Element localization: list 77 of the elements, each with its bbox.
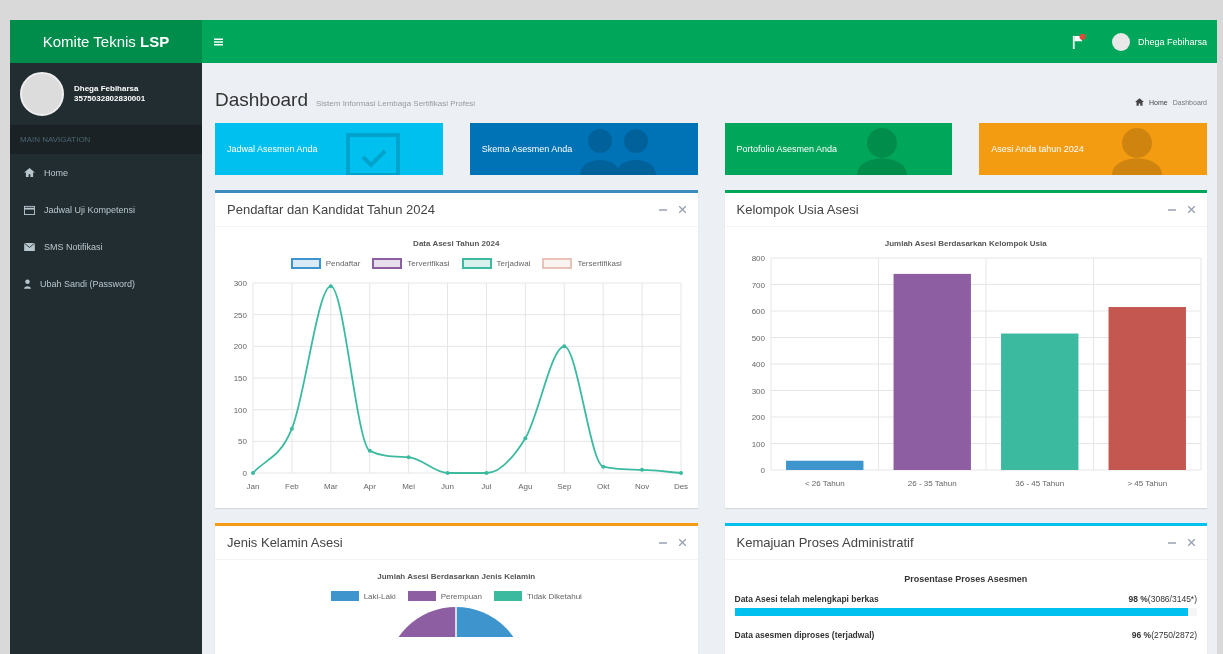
close-icon[interactable]	[1188, 539, 1195, 546]
flag-icon[interactable]	[1071, 33, 1086, 50]
axis-tick-label: 100	[233, 405, 247, 415]
axis-tick-label: Des	[673, 482, 689, 491]
home-icon	[1135, 98, 1145, 106]
chart-title: Jumlah Asesi Berdasarkan Kelompok Usia	[883, 239, 1048, 248]
user-avatar	[20, 72, 64, 116]
legend-label[interactable]: Pendaftar	[325, 259, 361, 268]
axis-tick-label: 400	[751, 360, 765, 369]
axis-tick-label: Apr	[363, 482, 376, 491]
axis-tick-label: Jun	[441, 482, 454, 491]
envelope-icon	[24, 242, 35, 251]
axis-tick-label: < 26 Tahun	[804, 479, 845, 488]
menu-item[interactable]: Ubah Sandi (Password)	[10, 265, 202, 302]
axis-tick-label: 200	[233, 342, 247, 352]
progress-count: (3086/3145*)	[1147, 594, 1197, 604]
axis-tick-label: Agu	[518, 482, 533, 491]
close-icon[interactable]	[678, 539, 686, 546]
legend-label[interactable]: Terjadwal	[496, 259, 531, 268]
progress-count: (2750/2872)	[1151, 630, 1197, 640]
legend-label[interactable]: Tersertifikasi	[577, 259, 622, 268]
panel-title: Kemajuan Proses Administratif	[736, 535, 915, 550]
axis-tick-label: 500	[751, 333, 765, 343]
axis-tick-label: 0	[242, 469, 247, 478]
user-avatar[interactable]	[1111, 32, 1130, 51]
progress-label: Data asesmen diproses (terjadwal)	[734, 630, 875, 640]
progress-percent: 96 %	[1131, 630, 1152, 640]
axis-tick-label: 800	[751, 254, 765, 263]
panel-title: Kelompok Usia Asesi	[736, 202, 860, 217]
axis-tick-label: Jul	[481, 482, 492, 491]
legend-label[interactable]: Tidak Diketahui	[527, 591, 582, 601]
axis-tick-label: 50	[238, 437, 247, 447]
axis-tick-label: > 45 Tahun	[1126, 479, 1167, 488]
user-id: 3575032802830001	[74, 94, 146, 104]
info-box[interactable]: Skema Asesmen Anda	[469, 123, 698, 175]
progress-heading: Prosentase Proses Asesmen	[903, 574, 1029, 584]
axis-tick-label: 150	[233, 374, 247, 383]
close-icon[interactable]	[1188, 206, 1195, 213]
axis-tick-label: Mei	[402, 482, 416, 491]
axis-tick-label: 200	[751, 413, 765, 422]
axis-tick-label: 250	[233, 310, 247, 320]
progress-percent: 98 %	[1128, 594, 1148, 604]
axis-tick-label: 0	[760, 466, 765, 475]
axis-tick-label: Mar	[323, 482, 338, 491]
axis-tick-label: Feb	[285, 482, 299, 491]
axis-tick-label: Jan	[246, 482, 260, 491]
legend-label[interactable]: Perempuan	[440, 591, 482, 601]
calendar-icon	[24, 204, 35, 215]
axis-tick-label: 100	[751, 439, 765, 449]
axis-tick-label: Nov	[634, 482, 650, 491]
menu-item[interactable]: Home	[10, 154, 202, 191]
axis-tick-label: Okt	[596, 482, 610, 491]
page-title: Dashboard	[215, 89, 308, 111]
chart-title: Data Asesi Tahun 2024	[412, 239, 501, 248]
panel-title: Jenis Kelamin Asesi	[227, 535, 344, 550]
page-subtitle: Sistem Informasi Lembaga Sertifikasi Profesi	[315, 99, 476, 108]
axis-tick-label: 300	[233, 279, 247, 288]
chart-title: Jumlah Asesi Berdasarkan Jenis Kelamin	[376, 572, 537, 581]
axis-tick-label: 36 - 45 Tahun	[1014, 479, 1064, 488]
section-header: MAIN NAVIGATION	[10, 125, 202, 154]
home-icon	[24, 168, 35, 177]
user-name: Dhega Febiharsa	[74, 84, 140, 94]
user-icon	[24, 278, 31, 289]
axis-tick-label: 26 - 35 Tahun	[907, 479, 957, 488]
axis-tick-label: 600	[751, 307, 765, 316]
panel-title: Pendaftar dan Kandidat Tahun 2024	[227, 202, 436, 217]
legend-label[interactable]: Terverifikasi	[407, 259, 450, 268]
axis-tick-label: 700	[751, 280, 765, 290]
progress-label: Data Asesi telah melengkapi berkas	[734, 594, 879, 604]
axis-tick-label: Sep	[557, 482, 572, 491]
menu-icon[interactable]	[214, 37, 223, 46]
legend-label[interactable]: Laki-Laki	[363, 591, 396, 601]
menu-item[interactable]: SMS Notifikasi	[10, 228, 202, 265]
menu-item[interactable]: Jadwal Uji Kompetensi	[10, 191, 202, 228]
close-icon[interactable]	[678, 206, 686, 213]
brand-logo[interactable]: Komite Teknis LSP	[10, 20, 202, 63]
axis-tick-label: 300	[751, 386, 765, 396]
